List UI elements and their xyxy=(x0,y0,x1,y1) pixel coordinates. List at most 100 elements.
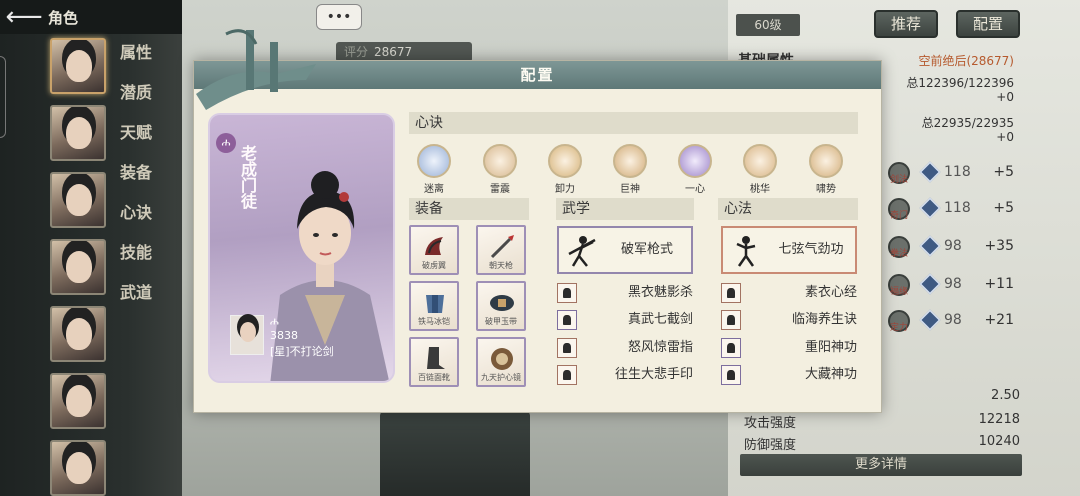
character-portrait[interactable] xyxy=(50,306,106,362)
nav-item-skills[interactable]: 技能 xyxy=(120,240,170,280)
level-badge: 60级 xyxy=(736,14,800,36)
xinjue-icon xyxy=(809,144,843,178)
equipment-slot[interactable]: 朝天枪 xyxy=(476,225,526,275)
player-name: [星]不打论剑 xyxy=(270,345,334,358)
xinjue-item[interactable]: 雷震 xyxy=(478,144,522,195)
attribute-row: 攻击强度 12218 xyxy=(744,412,1020,431)
spear-equipment-icon xyxy=(490,235,514,259)
character-list xyxy=(50,38,106,496)
spear-stance-icon xyxy=(568,236,596,267)
martial-skill-item[interactable]: 怒风惊雷指 xyxy=(557,338,697,358)
equipment-section-header: 装备 xyxy=(409,198,529,220)
main-martial-skill[interactable]: 破军枪式 xyxy=(557,226,693,274)
sect-mark-icon: ሐ xyxy=(270,315,279,328)
nav-item-xinjue[interactable]: 心诀 xyxy=(120,200,170,240)
xinjue-icon xyxy=(417,144,451,178)
score-display: 评分 28677 xyxy=(336,42,472,62)
hp-total: 总122396/122396 xyxy=(906,76,1014,90)
stat-row: 奇门 118 +5 xyxy=(888,197,1018,221)
stat-row: 剑法 118 +5 xyxy=(888,161,1018,185)
martial-skill-item[interactable]: 黑衣魅影杀 xyxy=(557,283,697,303)
more-details-button[interactable]: 更多详情 xyxy=(740,454,1022,476)
back-button[interactable]: ⟵ xyxy=(0,0,48,34)
equipment-slot[interactable]: 破虏翼 xyxy=(409,225,459,275)
gem-icon xyxy=(919,309,941,331)
skill-icon xyxy=(721,310,741,330)
player-avatar xyxy=(230,315,264,355)
nav-item-talent[interactable]: 天赋 xyxy=(120,120,170,160)
stat-row: 福缘 98 +11 xyxy=(888,273,1018,297)
side-edge-tab[interactable] xyxy=(0,56,6,138)
gem-icon xyxy=(919,161,941,183)
wing-equipment-icon xyxy=(425,237,443,255)
category-nav: 属性 潜质 天赋 装备 心诀 技能 武道 xyxy=(120,40,170,320)
xinjue-icon xyxy=(483,144,517,178)
inner-art-item[interactable]: 重阳神功 xyxy=(721,338,861,358)
character-portrait[interactable] xyxy=(50,239,106,295)
character-portrait[interactable] xyxy=(50,38,106,94)
martial-skill-item[interactable]: 真武七截剑 xyxy=(557,310,697,330)
equipment-slot[interactable]: 破甲玉带 xyxy=(476,281,526,331)
nav-item-martial[interactable]: 武道 xyxy=(120,280,170,320)
xinjue-icon xyxy=(548,144,582,178)
xinjue-icon xyxy=(743,144,777,178)
arrow-left-icon: ⟵ xyxy=(5,2,43,32)
skill-icon xyxy=(557,310,577,330)
xinjue-section-header: 心诀 xyxy=(409,112,858,134)
stat-row: 拳法 98 +35 xyxy=(888,235,1018,259)
martial-section-header: 武学 xyxy=(556,198,694,220)
inner-art-section-header: 心法 xyxy=(718,198,858,220)
character-figure xyxy=(380,410,530,496)
xinjue-item[interactable]: 迷离 xyxy=(412,144,456,195)
nav-item-attributes[interactable]: 属性 xyxy=(120,40,170,80)
skill-icon xyxy=(557,365,577,385)
roof-ornament-icon xyxy=(196,29,316,110)
attribute-row: 防御强度 10240 xyxy=(744,434,1020,453)
page-title: 角色 xyxy=(48,8,79,27)
armor-equipment-icon xyxy=(426,295,444,313)
qi-stance-icon xyxy=(736,236,756,267)
equipment-slot[interactable]: 铁马冰铠 xyxy=(409,281,459,331)
config-button[interactable]: 配置 xyxy=(956,10,1020,38)
character-portrait[interactable] xyxy=(50,440,106,496)
hp-bonus: +0 xyxy=(996,90,1014,104)
xinjue-item[interactable]: 巨神 xyxy=(608,144,652,195)
mp-total: 总22935/22935 xyxy=(921,116,1014,130)
nav-item-equipment[interactable]: 装备 xyxy=(120,160,170,200)
attribute-description: 空前绝后(28677) xyxy=(918,54,1014,68)
skill-icon xyxy=(721,338,741,358)
character-portrait[interactable] xyxy=(50,373,106,429)
top-bar: ⟵ 角色 xyxy=(0,0,182,34)
xinjue-item[interactable]: 一心 xyxy=(673,144,717,195)
skill-icon xyxy=(721,365,741,385)
gem-icon xyxy=(919,235,941,257)
mirror-equipment-icon xyxy=(491,348,513,370)
stat-row: 定力 98 +21 xyxy=(888,309,1018,333)
equipment-slot[interactable]: 九天护心镜 xyxy=(476,337,526,387)
skill-icon xyxy=(557,283,577,303)
inner-art-item[interactable]: 素衣心经 xyxy=(721,283,861,303)
sect-emblem-icon: ሐ xyxy=(216,133,236,153)
xinjue-item[interactable]: 桃华 xyxy=(738,144,782,195)
skill-icon xyxy=(557,338,577,358)
nav-item-potential[interactable]: 潜质 xyxy=(120,80,170,120)
xinjue-icon xyxy=(613,144,647,178)
main-inner-art[interactable]: 七弦气劲功 xyxy=(721,226,857,274)
inner-art-item[interactable]: 临海养生诀 xyxy=(721,310,861,330)
mp-bonus: +0 xyxy=(996,130,1014,144)
character-portrait[interactable] xyxy=(50,105,106,161)
inner-art-item[interactable]: 大藏神功 xyxy=(721,365,861,385)
skill-icon xyxy=(721,283,741,303)
gem-icon xyxy=(919,197,941,219)
boots-equipment-icon xyxy=(427,347,445,369)
xinjue-item[interactable]: 卸力 xyxy=(543,144,587,195)
martial-skill-item[interactable]: 往生大悲手印 xyxy=(557,365,697,385)
recommend-button[interactable]: 推荐 xyxy=(874,10,938,38)
xinjue-icon xyxy=(678,144,712,178)
player-number: 3838 xyxy=(270,329,298,342)
character-portrait[interactable] xyxy=(50,172,106,228)
equipment-slot[interactable]: 百链面靴 xyxy=(409,337,459,387)
xinjue-item[interactable]: 啸势 xyxy=(804,144,848,195)
gem-icon xyxy=(919,273,941,295)
character-card: ሐ 老成门徒 ሐ 3838 [星]不打论剑 xyxy=(208,113,395,383)
